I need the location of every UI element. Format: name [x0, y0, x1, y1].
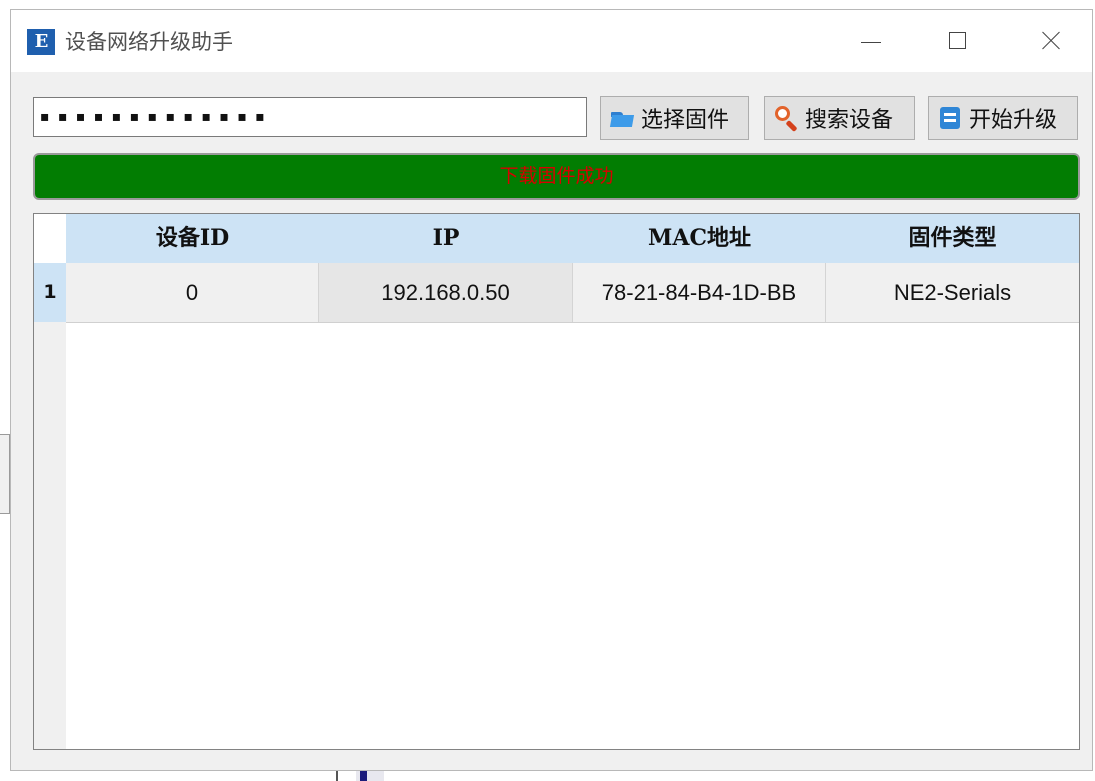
- close-button[interactable]: [1029, 24, 1073, 58]
- cell-firmware-type[interactable]: NE2-Serials: [826, 263, 1079, 322]
- start-upgrade-label: 开始升级: [969, 108, 1058, 133]
- app-icon-letter: E: [34, 31, 49, 52]
- progress-status-text: 下载固件成功: [499, 165, 614, 187]
- firmware-path-field[interactable]: ▪ ▪ ▪ ▪ ▪ ▪ ▪ ▪ ▪ ▪ ▪ ▪ ▪: [33, 97, 587, 137]
- save-icon: [937, 105, 963, 131]
- title-bar: E 设备网络升级助手: [11, 10, 1092, 72]
- upgrade-progress-bar: 下载固件成功: [33, 153, 1080, 200]
- folder-icon: [609, 105, 635, 131]
- column-header-device-id[interactable]: 设备ID: [66, 214, 319, 263]
- background-window-edge: [0, 434, 10, 514]
- device-table[interactable]: 设备ID IP MAC地址 固件类型 1 0 192.168.0.50 78-2…: [33, 213, 1080, 750]
- minimize-button[interactable]: [849, 24, 893, 58]
- select-firmware-label: 选择固件: [641, 108, 730, 133]
- row-header[interactable]: 1: [34, 263, 66, 322]
- row-header-column: [34, 263, 66, 749]
- maximize-button[interactable]: [935, 24, 979, 58]
- app-logo-icon: E: [27, 29, 55, 55]
- search-icon: [773, 105, 799, 131]
- search-devices-button[interactable]: 搜索设备: [764, 96, 915, 140]
- column-header-mac[interactable]: MAC地址: [573, 214, 826, 263]
- search-devices-label: 搜索设备: [805, 108, 894, 133]
- firmware-path-text: ▪ ▪ ▪ ▪ ▪ ▪ ▪ ▪ ▪ ▪ ▪ ▪ ▪: [40, 109, 267, 125]
- table-corner[interactable]: [34, 214, 66, 263]
- cell-mac[interactable]: 78-21-84-B4-1D-BB: [573, 263, 826, 322]
- app-window: E 设备网络升级助手 ▪ ▪ ▪ ▪ ▪ ▪ ▪ ▪ ▪ ▪ ▪ ▪ ▪ 选择固…: [10, 9, 1093, 771]
- table-row[interactable]: 1 0 192.168.0.50 78-21-84-B4-1D-BB NE2-S…: [34, 263, 1079, 323]
- column-header-firmware-type[interactable]: 固件类型: [826, 214, 1079, 263]
- column-header-ip[interactable]: IP: [319, 214, 573, 263]
- start-upgrade-button[interactable]: 开始升级: [928, 96, 1078, 140]
- table-header: 设备ID IP MAC地址 固件类型: [66, 214, 1079, 263]
- cell-device-id[interactable]: 0: [66, 263, 319, 322]
- cell-ip[interactable]: 192.168.0.50: [319, 263, 573, 322]
- window-title: 设备网络升级助手: [65, 30, 233, 54]
- select-firmware-button[interactable]: 选择固件: [600, 96, 749, 140]
